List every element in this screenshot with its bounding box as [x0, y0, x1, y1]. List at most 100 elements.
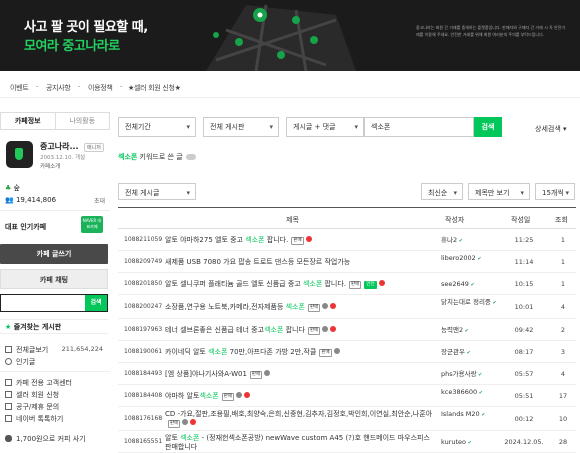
post-title-link[interactable]: 야마하 알토섹소폰 판매 — [165, 392, 435, 401]
member-level-icon: ✔ — [463, 328, 469, 334]
star-icon: ★ — [5, 323, 12, 331]
menu-item-partnership[interactable]: 공구/제휴 문의 — [5, 402, 109, 412]
post-date: 05:57 — [514, 370, 534, 378]
board-icon — [5, 391, 12, 398]
menu-item-seller-apply[interactable]: 셀러 회원 신청 — [5, 390, 109, 400]
post-date: 10:01 — [514, 303, 534, 311]
menu-item-talktalk[interactable]: 네이버 톡톡하기 — [5, 414, 109, 424]
post-number: 1088201850 — [124, 280, 163, 287]
board-filter-select[interactable]: 전체 게시글 — [118, 183, 196, 202]
post-author[interactable]: Islands M20 ✔ — [441, 410, 497, 420]
post-author[interactable]: kuruteo ✔ — [441, 438, 497, 448]
post-title-link[interactable]: 알토 섹소폰 - (정재헌섹소폰공방) newWave custom A45 (… — [165, 434, 435, 452]
period-select[interactable]: 전체기간 — [118, 117, 196, 137]
post-date: 08:17 — [514, 348, 534, 356]
nav-item-policy[interactable]: 이용정책 — [88, 83, 113, 93]
recommend-icon — [330, 303, 337, 309]
nav-item-event[interactable]: 이벤트 — [10, 83, 29, 93]
menu-item-popular[interactable]: 인기글 — [5, 357, 109, 367]
table-row[interactable]: 1088211059 알토 야마하275 엘토 중고 섹소폰 팝니다. 판매 휴나2 … — [118, 229, 576, 251]
per-page-select[interactable]: 15개씩 — [535, 183, 575, 202]
keyword-toggle[interactable] — [185, 154, 196, 160]
post-number: 1088190061 — [124, 348, 163, 355]
table-row[interactable]: 1088184493 [엠 상품]야나기사와A-W01 판매 phs가용사랑 ✔ 05:… — [118, 363, 576, 385]
post-author[interactable]: see2649 ✔ — [441, 280, 497, 290]
menu-item-customer-center[interactable]: 카페 전용 고객센터 — [5, 378, 109, 388]
invite-link[interactable]: 초대 — [94, 196, 105, 205]
member-level-icon: ✔ — [477, 390, 483, 396]
post-author[interactable]: 장군관우 ✔ — [441, 348, 497, 358]
post-author[interactable]: 능력맨2 ✔ — [441, 326, 497, 336]
search-input[interactable]: 섹소폰 — [364, 117, 474, 137]
manager-badge[interactable]: 매니저 — [84, 143, 104, 152]
post-title-link[interactable]: 알토 셀니쿠퍼 플래티늄 골드 엘토 신품급 중고 섹소폰 팝니다. 판매 안전 — [165, 280, 435, 289]
post-title-link[interactable]: 새제품 USB 7080 가요 팝송 트로트 댄스등 모든장르 작업가능 — [165, 258, 435, 267]
banner-headline-1: 사고 팔 곳이 필요할 때, — [24, 20, 148, 35]
recommend-icon — [305, 236, 312, 242]
safe-trade-badge: 안전 — [364, 281, 377, 289]
nav-separator: · — [36, 83, 38, 91]
tab-my-activity[interactable]: 나의활동 — [56, 113, 110, 129]
nav-item-seller-apply[interactable]: ★셀러 회원 신청★ — [128, 83, 181, 93]
write-post-button[interactable]: 카페 글쓰기 — [0, 244, 108, 264]
nav-item-notice[interactable]: 공지사항 — [46, 83, 71, 93]
scope-select[interactable]: 게시글 + 댓글 — [286, 117, 364, 137]
post-title-link[interactable]: [엠 상품]야나기사와A-W01 판매 — [165, 370, 435, 379]
top-banner[interactable]: 사고 팔 곳이 필요할 때, 모여라 중고나라로 중고나라는 회원 간 거래를 … — [0, 0, 580, 71]
attachment-icon — [322, 303, 329, 309]
table-row[interactable]: 1088184408 야마하 알토섹소폰 판매 kce386600 ✔ 05:51 17 — [118, 385, 576, 407]
cafe-name[interactable]: 중고나라... — [40, 141, 79, 152]
sidebar-search-button[interactable]: 검색 — [85, 295, 107, 311]
post-title-link[interactable]: 카이네딕 알토 섹소폰 70만,아프다존 가방 2만,작클 판매 — [165, 348, 435, 357]
post-title-link[interactable]: 알토 야마하275 엘토 중고 섹소폰 팝니다. 판매 — [165, 236, 435, 245]
banner-headline-2: 모여라 중고나라로 — [24, 39, 120, 54]
post-views: 28 — [558, 438, 568, 446]
post-views: 17 — [558, 392, 568, 400]
top-navigation: 이벤트 · 공지사항 · 이용정책 · ★셀러 회원 신청★ — [0, 76, 580, 98]
cafe-intro-link[interactable]: 카페소개 — [40, 162, 60, 170]
sort-select[interactable]: 최신순 — [421, 183, 463, 202]
naver-representative-badge: NAVER 대표카페 — [81, 216, 103, 233]
cafe-chat-button[interactable]: 카페 채팅 — [0, 269, 108, 289]
keyword-highlight: 섹소폰 — [199, 392, 219, 400]
board-select[interactable]: 전체 게시판 — [203, 117, 279, 137]
table-row[interactable]: 1088201850 알토 셀니쿠퍼 플래티늄 골드 엘토 신품급 중고 섹소폰 … — [118, 273, 576, 295]
post-author[interactable]: 휴나2 ✔ — [441, 236, 497, 246]
post-title-link[interactable]: CD -가요,절판,조용필,배호,최양숙,은희,신중현,김추자,김정호,박인희,… — [165, 410, 435, 428]
table-row[interactable]: 1088200247 소장품,연구용 노트북,카메라,전자제품등 섹소폰 판매 닭치는… — [118, 295, 576, 319]
table-row[interactable]: 1088176168 CD -가요,절판,조용필,배호,최양숙,은희,신중현,김추… — [118, 407, 576, 431]
table-row[interactable]: 1088209749 새제품 USB 7080 가요 팝송 트로트 댄스등 모든장… — [118, 251, 576, 273]
post-number: 1088209749 — [124, 258, 163, 265]
tree-icon: ♣ — [5, 184, 12, 192]
post-author[interactable]: libero2002 ✔ — [441, 254, 497, 264]
view-mode-select[interactable]: 제목만 보기 — [468, 183, 530, 202]
nav-separator: · — [120, 83, 122, 91]
post-author[interactable]: 닭치는대로 정리중 ✔ — [441, 298, 497, 308]
menu-item-coffee[interactable]: 1,700원으로 커피 사기 — [5, 434, 109, 444]
post-author[interactable]: kce386600 ✔ — [441, 388, 497, 398]
advanced-search-toggle[interactable]: 상세검색 ▾ — [535, 124, 567, 134]
table-row[interactable]: 1088190061 카이네딕 알토 섹소폰 70만,아프다존 가방 2만,작클 판… — [118, 341, 576, 363]
post-title-link[interactable]: 소장품,연구용 노트북,카메라,전자제품등 섹소폰 판매 — [165, 303, 435, 312]
tab-cafe-info[interactable]: 카페정보 — [1, 113, 56, 129]
menu-item-all-posts[interactable]: 전체글보기 211,654,224 — [5, 345, 109, 355]
member-level-icon: ✔ — [468, 282, 475, 288]
sidebar-search: 검색 — [0, 294, 108, 312]
table-row[interactable]: 1088165551 알토 섹소폰 - (정재헌섹소폰공방) newWave cu… — [118, 431, 576, 453]
sale-badge: 판매 — [249, 371, 263, 379]
member-level-icon: ✔ — [464, 350, 471, 356]
members-icon: 👥 — [5, 196, 14, 204]
cafe-since: 2003.12.10. 개설 — [40, 155, 86, 161]
recommend-icon — [330, 326, 337, 332]
post-title-link[interactable]: 테너 셀브론좋은 신품급 테너 중고섹소폰 팝니다 판매 — [165, 326, 435, 335]
search-button[interactable]: 검색 — [474, 117, 502, 137]
cafe-logo[interactable] — [6, 141, 33, 168]
post-author[interactable]: phs가용사랑 ✔ — [441, 370, 497, 380]
favorite-boards-title[interactable]: ★ 즐겨찾는 게시판 — [5, 322, 61, 332]
header-title: 제목 — [286, 216, 299, 224]
post-number: 1088184408 — [124, 392, 163, 399]
table-row[interactable]: 1088197963 테너 셀브론좋은 신품급 테너 중고섹소폰 팝니다 판매 능력맨… — [118, 319, 576, 341]
keyword-highlight: 섹소폰 — [245, 236, 265, 244]
sidebar-search-input[interactable] — [1, 295, 85, 311]
keyword-highlight: 섹소폰 — [264, 326, 284, 334]
